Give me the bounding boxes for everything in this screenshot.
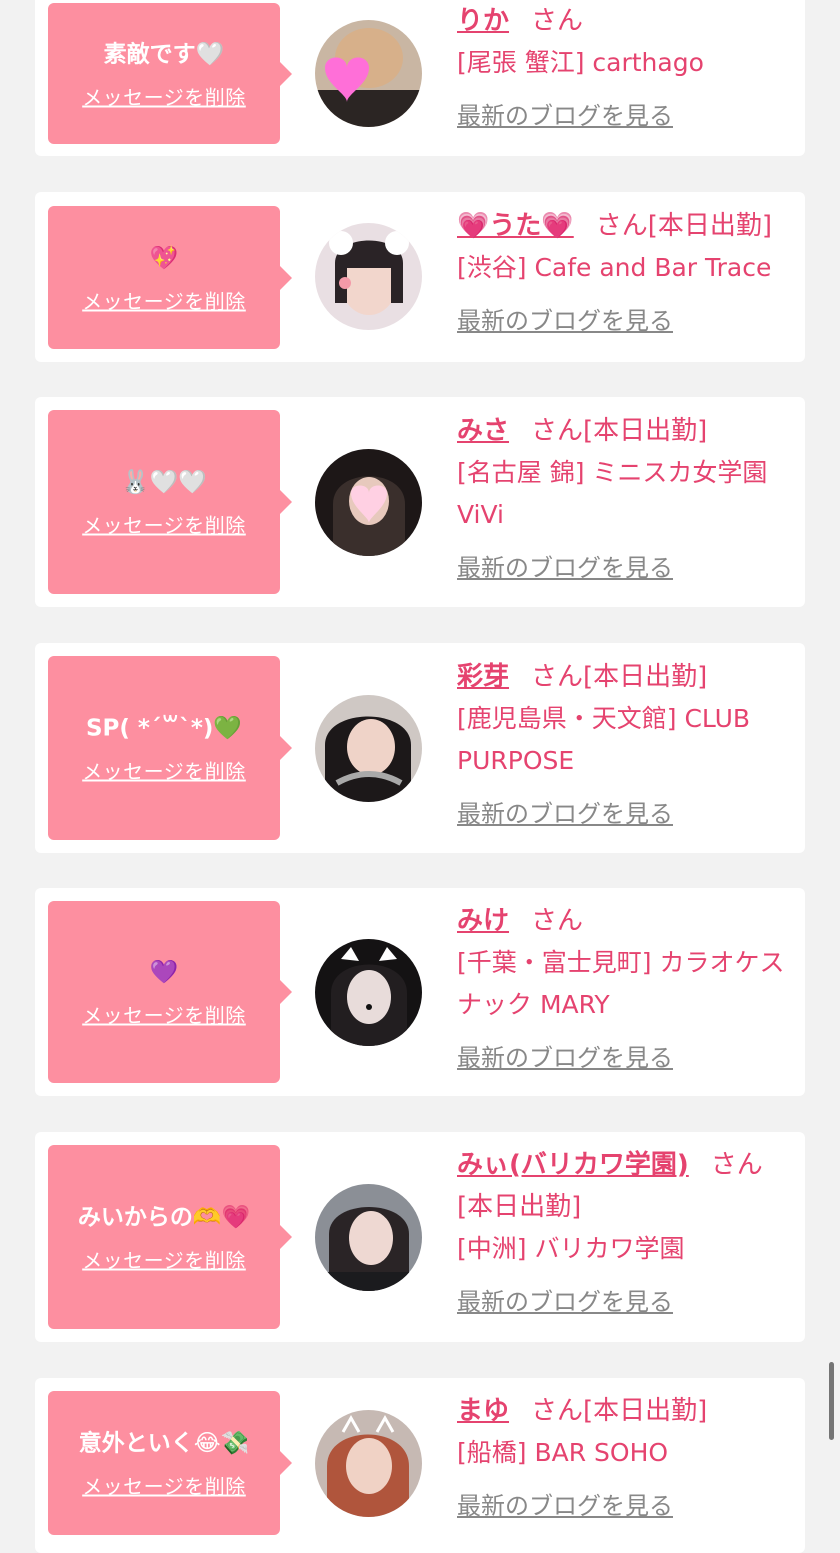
avatar[interactable] [315, 695, 422, 802]
shop-name: [鹿児島県・天文館] CLUB PURPOSE [457, 704, 751, 775]
profile-info: みけ さん [千葉・富士見町] カラオケスナック MARY 最新のブログを見る [457, 900, 793, 1073]
delete-message-link[interactable]: メッセージを削除 [82, 1000, 246, 1029]
honorific: さん [531, 6, 584, 36]
name-line: まゆ さん[本日出勤] [457, 1390, 793, 1432]
honorific: さん [531, 662, 584, 692]
shop-name: [中洲] バリカワ学園 [457, 1234, 685, 1263]
delete-message-link[interactable]: メッセージを削除 [82, 510, 246, 539]
name-line: みぃ(バリカワ学園) さん [本日出勤] [457, 1144, 793, 1228]
message-card: 💖 メッセージを削除 💗うた💗 さん[本日出勤] [渋谷] Cafe and Ba… [35, 192, 805, 362]
avatar[interactable] [315, 939, 422, 1046]
shop-name: [名古屋 錦] ミニスカ女学園ViVi [457, 458, 768, 529]
profile-name-link[interactable]: みぃ(バリカワ学園) [457, 1150, 689, 1180]
profile-info: 彩芽 さん[本日出勤] [鹿児島県・天文館] CLUB PURPOSE 最新のブロ… [457, 656, 793, 829]
latest-blog-link[interactable]: 最新のブログを見る [457, 548, 673, 583]
message-card: 素敵です🤍 メッセージを削除 りか さん [尾張 蟹江] carthago 最新の… [35, 0, 805, 156]
message-text: 🐰🤍🤍 [121, 469, 207, 496]
scrollbar[interactable] [829, 1362, 834, 1440]
message-bubble: みいからの🫶💗 メッセージを削除 [48, 1145, 292, 1329]
name-line: みさ さん[本日出勤] [457, 410, 793, 452]
message-card: 🐰🤍🤍 メッセージを削除 みさ さん[本日出勤] [名古屋 錦] ミニスカ女学園V… [35, 397, 805, 607]
status-tag: [本日出勤] [583, 416, 708, 446]
honorific: さん [531, 1396, 584, 1426]
message-bubble: 素敵です🤍 メッセージを削除 [48, 3, 292, 144]
status-tag: [本日出勤] [583, 1396, 708, 1426]
avatar[interactable] [315, 449, 422, 556]
name-line: みけ さん [457, 900, 793, 942]
message-bubble: SP( *´꒳`*)💚 メッセージを削除 [48, 656, 292, 840]
message-card: 💜 メッセージを削除 みけ さん [千葉・富士見町] カラオケスナック MARY … [35, 888, 805, 1096]
profile-info: まゆ さん[本日出勤] [船橋] BAR SOHO 最新のブログを見る [457, 1390, 793, 1521]
profile-info: みさ さん[本日出勤] [名古屋 錦] ミニスカ女学園ViVi 最新のブログを見る [457, 410, 793, 583]
shop-name: [船橋] BAR SOHO [457, 1438, 669, 1467]
latest-blog-link[interactable]: 最新のブログを見る [457, 96, 673, 131]
honorific: さん [710, 1150, 763, 1180]
message-text: 素敵です🤍 [103, 41, 225, 67]
delete-message-link[interactable]: メッセージを削除 [82, 81, 246, 110]
status-tag: [本日出勤] [647, 211, 773, 241]
message-text: みいからの🫶💗 [77, 1204, 251, 1231]
honorific: さん [531, 906, 584, 936]
message-text: 💖 [149, 245, 179, 271]
message-bubble: 意外といく😂💸 メッセージを削除 [48, 1391, 292, 1535]
name-line: 彩芽 さん[本日出勤] [457, 656, 793, 698]
profile-info: みぃ(バリカワ学園) さん [本日出勤] [中洲] バリカワ学園 最新のブログを見る [457, 1144, 793, 1317]
message-text: 💜 [149, 959, 179, 986]
shop-name: [渋谷] Cafe and Bar Trace [457, 253, 772, 282]
message-card: SP( *´꒳`*)💚 メッセージを削除 彩芽 さん[本日出勤] [鹿児島県・天文… [35, 643, 805, 853]
profile-name-link[interactable]: 💗うた💗 [457, 211, 574, 241]
status-tag: [本日出勤] [457, 1192, 582, 1222]
profile-info: 💗うた💗 さん[本日出勤] [渋谷] Cafe and Bar Trace 最新の… [457, 205, 793, 336]
delete-message-link[interactable]: メッセージを削除 [82, 1471, 246, 1500]
message-bubble: 💜 メッセージを削除 [48, 901, 292, 1083]
name-line: 💗うた💗 さん[本日出勤] [457, 205, 793, 247]
delete-message-link[interactable]: メッセージを削除 [82, 285, 246, 314]
message-text: 意外といく😂💸 [78, 1430, 250, 1457]
profile-name-link[interactable]: まゆ [457, 1396, 509, 1426]
delete-message-link[interactable]: メッセージを削除 [82, 756, 246, 785]
latest-blog-link[interactable]: 最新のブログを見る [457, 1038, 673, 1073]
profile-name-link[interactable]: 彩芽 [457, 662, 509, 692]
profile-name-link[interactable]: りか [457, 6, 509, 36]
honorific: さん [595, 211, 648, 241]
message-card: 意外といく😂💸 メッセージを削除 まゆ さん[本日出勤] [船橋] BAR SOH… [35, 1378, 805, 1553]
message-bubble: 💖 メッセージを削除 [48, 206, 292, 349]
message-text: SP( *´꒳`*)💚 [85, 715, 243, 742]
profile-info: りか さん [尾張 蟹江] carthago 最新のブログを見る [457, 0, 793, 131]
honorific: さん [531, 416, 584, 446]
profile-name-link[interactable]: みさ [457, 416, 509, 446]
avatar[interactable] [315, 1410, 422, 1517]
latest-blog-link[interactable]: 最新のブログを見る [457, 1282, 673, 1317]
shop-name: [千葉・富士見町] カラオケスナック MARY [457, 948, 785, 1019]
latest-blog-link[interactable]: 最新のブログを見る [457, 794, 673, 829]
message-card: みいからの🫶💗 メッセージを削除 みぃ(バリカワ学園) さん [本日出勤] [中洲]… [35, 1132, 805, 1342]
message-bubble: 🐰🤍🤍 メッセージを削除 [48, 410, 292, 594]
latest-blog-link[interactable]: 最新のブログを見る [457, 1486, 673, 1521]
avatar[interactable] [315, 1184, 422, 1291]
delete-message-link[interactable]: メッセージを削除 [82, 1245, 246, 1274]
avatar[interactable] [315, 223, 422, 330]
profile-name-link[interactable]: みけ [457, 906, 509, 936]
shop-name: [尾張 蟹江] carthago [457, 48, 704, 77]
avatar[interactable] [315, 20, 422, 127]
name-line: りか さん [457, 0, 793, 42]
latest-blog-link[interactable]: 最新のブログを見る [457, 301, 673, 336]
status-tag: [本日出勤] [583, 662, 708, 692]
